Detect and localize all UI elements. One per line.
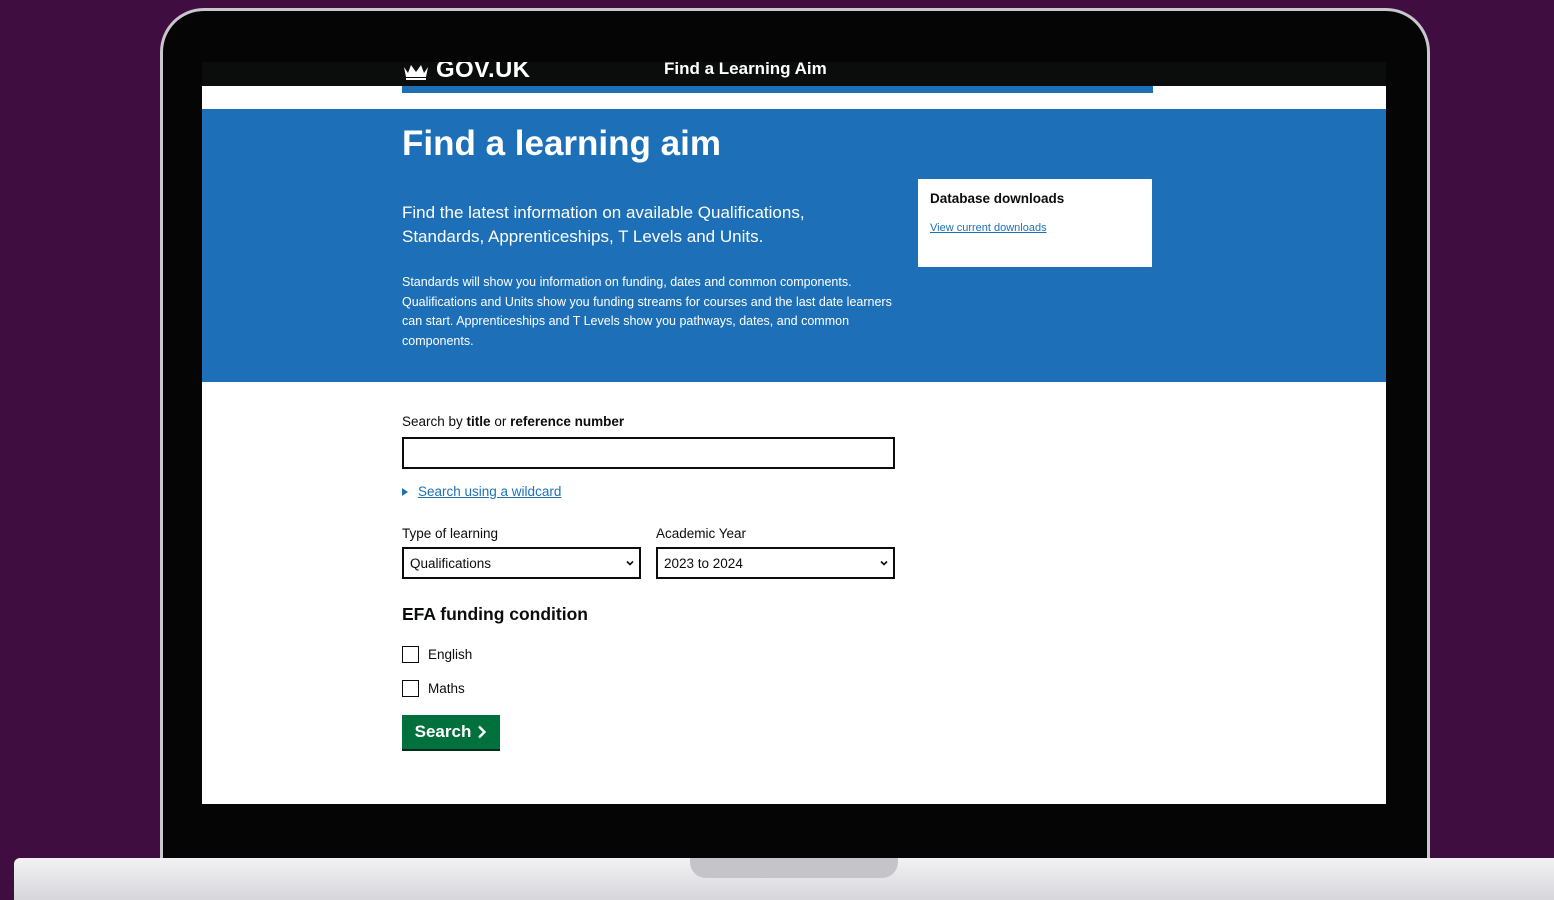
type-of-learning-value: Qualifications xyxy=(410,555,492,571)
checkbox-english[interactable]: English xyxy=(402,646,472,663)
academic-year-label: Academic Year xyxy=(656,526,747,541)
browser-screen: GOV.UK Find a Learning Aim Find a learni… xyxy=(202,62,1386,804)
chevron-down-icon xyxy=(880,560,888,566)
type-of-learning-label: Type of learning xyxy=(402,526,499,541)
efa-funding-heading: EFA funding condition xyxy=(402,604,588,624)
english-checkbox[interactable] xyxy=(402,646,419,663)
academic-year-select[interactable]: 2023 to 2024 xyxy=(656,547,895,579)
downloads-title: Database downloads xyxy=(930,191,1065,206)
type-of-learning-select[interactable]: Qualifications xyxy=(402,547,641,579)
type-of-learning-group: Type of learning Qualifications xyxy=(402,526,641,579)
database-downloads-panel: Database downloads View current download… xyxy=(918,179,1152,267)
checkbox-maths[interactable]: Maths xyxy=(402,680,465,697)
laptop-notch xyxy=(690,858,898,878)
hero-banner: Find a learning aim Find the latest info… xyxy=(202,109,1386,382)
search-label: Search by title or reference number xyxy=(402,414,625,429)
academic-year-group: Academic Year 2023 to 2024 xyxy=(656,526,895,579)
wildcard-details-toggle[interactable]: Search using a wildcard xyxy=(402,484,561,499)
header-blue-bar xyxy=(402,86,1153,93)
hero-body-text: Standards will show you information on f… xyxy=(402,275,892,348)
search-button-label: Search xyxy=(414,722,472,741)
academic-year-value: 2023 to 2024 xyxy=(664,555,743,571)
govuk-logo-link[interactable]: GOV.UK xyxy=(402,62,530,84)
govuk-header: GOV.UK Find a Learning Aim xyxy=(202,62,1386,86)
page-title: Find a learning aim xyxy=(402,124,721,163)
chevron-down-icon xyxy=(626,560,634,566)
maths-checkbox[interactable] xyxy=(402,680,419,697)
crown-icon xyxy=(404,65,428,80)
chevron-right-icon xyxy=(478,725,487,739)
hero-lead-text: Find the latest information on available… xyxy=(402,203,805,246)
wildcard-link[interactable]: Search using a wildcard xyxy=(418,484,561,499)
search-input[interactable] xyxy=(402,437,895,469)
view-current-downloads-link[interactable]: View current downloads xyxy=(930,222,1047,234)
search-button[interactable]: Search xyxy=(402,715,500,749)
logo-text: GOV.UK xyxy=(436,62,531,83)
triangle-right-icon xyxy=(402,487,408,496)
maths-label: Maths xyxy=(428,681,465,696)
service-name-link[interactable]: Find a Learning Aim xyxy=(664,62,827,79)
english-label: English xyxy=(428,647,473,662)
